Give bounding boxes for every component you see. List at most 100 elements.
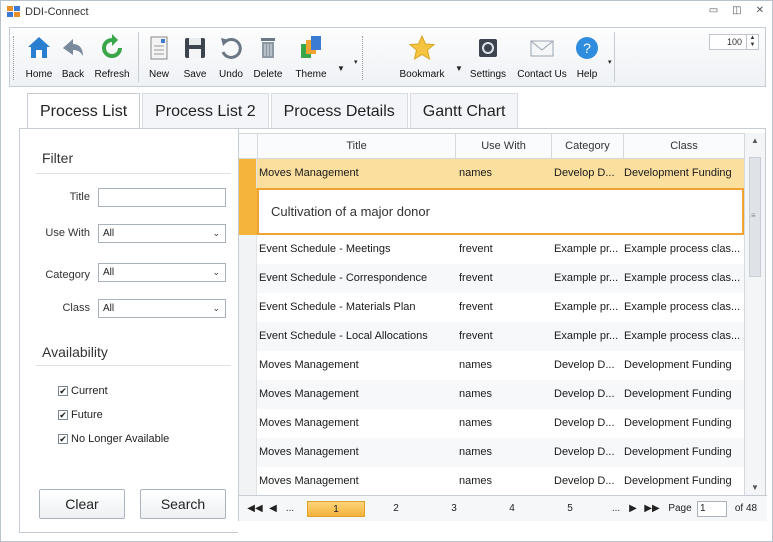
contact-us-button[interactable]: Contact Us	[512, 30, 572, 84]
clear-button[interactable]: Clear	[39, 489, 125, 519]
page-1-button[interactable]: 1	[307, 501, 365, 517]
envelope-icon	[530, 40, 554, 57]
back-button[interactable]: Back	[58, 30, 88, 84]
toolbar-overflow-icon-2[interactable]: ▾	[608, 58, 612, 66]
pager-ellipsis-right[interactable]: ...	[609, 501, 623, 517]
delete-button[interactable]: Delete	[250, 30, 286, 84]
scroll-grip-icon: ≡	[751, 211, 756, 220]
pager: ◀◀ ◀ ... 1 2 3 4 5 ... ▶ ▶▶ Page 1 of 48	[239, 495, 767, 521]
cell-class: Development Funding	[624, 417, 732, 429]
chevron-down-icon: ⌄	[212, 228, 220, 238]
cell-title: Moves Management	[259, 475, 359, 487]
cell-use-with: frevent	[459, 330, 493, 342]
column-header-class[interactable]: Class	[623, 134, 744, 160]
tab-gantt-chart[interactable]: Gantt Chart	[409, 93, 519, 129]
first-page-icon[interactable]: ◀◀	[247, 501, 263, 517]
row-header[interactable]	[239, 467, 257, 496]
row-header[interactable]	[239, 380, 257, 409]
toolbar-separator-2	[614, 32, 615, 82]
maximize-icon[interactable]: ◫	[732, 5, 741, 16]
undo-button[interactable]: Undo	[214, 30, 248, 84]
no-longer-available-checkbox[interactable]: ✔ No Longer Available	[58, 433, 169, 445]
row-header[interactable]	[239, 351, 257, 380]
minimize-icon[interactable]: ▭	[709, 5, 718, 16]
tab-process-list-2[interactable]: Process List 2	[142, 93, 269, 129]
previous-page-icon[interactable]: ◀	[267, 501, 279, 517]
page-label: Page	[668, 503, 692, 514]
close-icon[interactable]: ✕	[756, 5, 764, 16]
filter-panel: Filter Title Use With All ⌄ Category All…	[19, 129, 238, 533]
use-with-select[interactable]: All ⌄	[98, 224, 226, 243]
class-value: All	[103, 303, 115, 314]
table-row[interactable]: Moves Management names Develop D... Develop…	[239, 409, 744, 438]
undo-label: Undo	[219, 69, 243, 80]
chevron-down-icon: ⌄	[212, 267, 220, 277]
cell-category: Develop D...	[554, 446, 615, 458]
scroll-down-icon[interactable]: ▼	[745, 483, 765, 492]
pager-ellipsis-left[interactable]: ...	[283, 501, 297, 517]
tab-process-list[interactable]: Process List	[27, 93, 141, 129]
table-row[interactable]: Moves Management names Develop D... Develop…	[239, 438, 744, 467]
class-select[interactable]: All ⌄	[98, 299, 226, 318]
theme-button[interactable]: Theme	[290, 30, 332, 84]
save-button[interactable]: Save	[178, 30, 212, 84]
toolbar-grip-2[interactable]	[362, 36, 365, 80]
table-row[interactable]: Event Schedule - Meetings frevent Example …	[239, 235, 744, 264]
page-5-button[interactable]: 5	[541, 501, 599, 517]
vertical-scrollbar[interactable]: ▲ ≡ ▼	[744, 133, 765, 495]
bookmark-button[interactable]: Bookmark	[396, 30, 448, 84]
home-button[interactable]: Home	[22, 30, 56, 84]
toolbar-overflow-icon[interactable]: ▾	[354, 58, 358, 66]
category-select[interactable]: All ⌄	[98, 263, 226, 282]
svg-text:?: ?	[583, 40, 591, 56]
cell-class: Development Funding	[624, 167, 732, 179]
title-field[interactable]	[98, 188, 226, 207]
settings-gear-icon	[479, 39, 497, 57]
last-page-icon[interactable]: ▶▶	[643, 501, 661, 517]
page-4-button[interactable]: 4	[483, 501, 541, 517]
row-header[interactable]	[239, 159, 257, 188]
table-row[interactable]: Event Schedule - Correspondence frevent Ex…	[239, 264, 744, 293]
scroll-up-icon[interactable]: ▲	[745, 136, 765, 145]
page-3-button[interactable]: 3	[425, 501, 483, 517]
save-disk-icon	[185, 38, 205, 58]
settings-button[interactable]: Settings	[466, 30, 510, 84]
tab-process-details[interactable]: Process Details	[270, 93, 408, 129]
row-header[interactable]	[239, 293, 257, 322]
new-document-icon	[150, 36, 168, 60]
row-header[interactable]	[239, 235, 257, 264]
help-button[interactable]: ? Help	[572, 30, 602, 84]
toolbar-grip[interactable]	[13, 36, 16, 80]
bookmark-dropdown-icon[interactable]: ▼	[455, 64, 463, 73]
new-button[interactable]: New	[142, 30, 176, 84]
row-header[interactable]	[239, 409, 257, 438]
search-button[interactable]: Search	[140, 489, 226, 519]
future-checkbox[interactable]: ✔ Future	[58, 409, 103, 421]
row-header[interactable]	[239, 322, 257, 351]
window-controls: ▭ ◫ ✕	[709, 5, 764, 16]
row-header[interactable]	[239, 264, 257, 293]
table-row[interactable]: Moves Management names Develop D... Develop…	[239, 380, 744, 409]
cell-class: Development Funding	[624, 446, 732, 458]
table-row[interactable]: Moves Management names Develop D... Develop…	[239, 351, 744, 380]
zoom-input[interactable]: 100 ▲ ▼	[709, 34, 759, 50]
column-header-title[interactable]: Title	[257, 134, 455, 160]
back-arrow-icon	[63, 39, 83, 56]
table-row-selected[interactable]: Moves Management names Develop D... Deve…	[239, 159, 744, 188]
page-2-button[interactable]: 2	[367, 501, 425, 517]
page-number-input[interactable]: 1	[697, 501, 727, 517]
cell-class: Example process clas...	[624, 301, 741, 313]
current-checkbox[interactable]: ✔ Current	[58, 385, 108, 397]
table-row[interactable]: Event Schedule - Local Allocations freven…	[239, 322, 744, 351]
row-header[interactable]	[239, 438, 257, 467]
column-header-use-with[interactable]: Use With	[455, 134, 551, 160]
no-longer-available-label: No Longer Available	[71, 433, 170, 445]
table-row[interactable]: Event Schedule - Materials Plan frevent Ex…	[239, 293, 744, 322]
column-header-category[interactable]: Category	[551, 134, 623, 160]
cell-class: Example process clas...	[624, 272, 741, 284]
next-page-icon[interactable]: ▶	[627, 501, 639, 517]
theme-dropdown-icon[interactable]: ▼	[337, 64, 345, 73]
refresh-button[interactable]: Refresh	[90, 30, 134, 84]
table-row[interactable]: Moves Management names Develop D... Develop…	[239, 467, 744, 496]
zoom-spinner[interactable]: ▲ ▼	[746, 35, 758, 49]
